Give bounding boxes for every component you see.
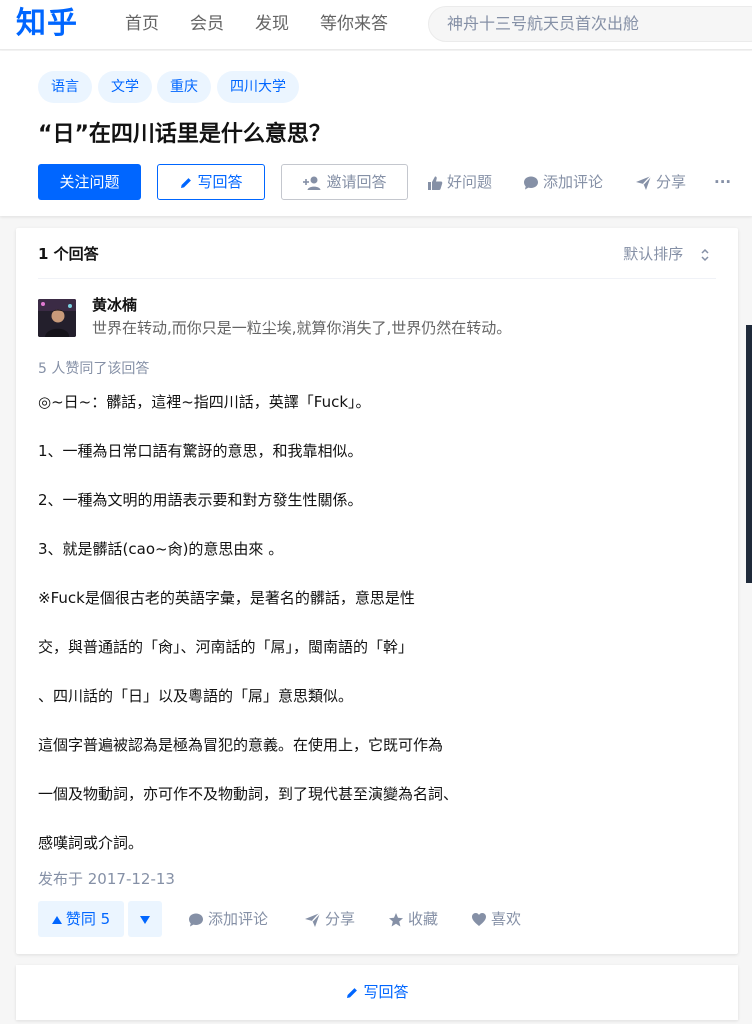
comment-icon: [524, 176, 538, 189]
triangle-up-icon: [51, 915, 62, 924]
pencil-icon: [181, 177, 192, 188]
answer-card: 1 个回答 默认排序 黄冰楠 世界在转动,而你只是一粒尘埃,就算你消失了,世界仍…: [16, 228, 738, 954]
heart-icon: [472, 913, 486, 926]
answer-paragraph: ※Fuck是個很古老的英語字彙，是著名的髒話，意思是性: [38, 589, 415, 607]
more-options-button[interactable]: ···: [714, 164, 731, 200]
nav-explore[interactable]: 发现: [255, 13, 289, 35]
bottom-write-card: 写回答: [16, 965, 738, 1020]
author-bio: 世界在转动,而你只是一粒尘埃,就算你消失了,世界仍然在转动。: [92, 319, 512, 337]
answer-list-header: 1 个回答 默认排序: [16, 228, 738, 278]
answer-paragraph: 交，與普通話的「肏」、河南話的「屌」，閩南語的「幹」: [38, 638, 414, 656]
question-header: 语言 文学 重庆 四川大学 “日”在四川话里是什么意思？ 关注问题 写回答 邀请…: [0, 51, 752, 216]
answer-comment-button[interactable]: 添加评论: [188, 901, 268, 937]
answer-comment-label: 添加评论: [208, 910, 269, 928]
sort-dropdown[interactable]: 默认排序: [623, 243, 710, 265]
answer-paragraph: 2、一種為文明的用語表示要和對方發生性關係。: [38, 491, 363, 509]
upvote-label: 赞同 5: [65, 910, 111, 928]
question-comment-button[interactable]: 添加评论: [523, 164, 603, 200]
topic-tag[interactable]: 语言: [38, 71, 92, 103]
avatar[interactable]: [38, 299, 76, 337]
good-question-label: 好问题: [447, 173, 493, 191]
answer-paragraph: 這個字普遍被認為是極為冒犯的意義。在使用上，它既可作為: [38, 736, 444, 754]
search-input[interactable]: 神舟十三号航天员首次出舱: [428, 6, 752, 42]
invite-answer-label: 邀请回答: [326, 173, 387, 191]
question-comment-label: 添加评论: [543, 173, 604, 191]
downvote-button[interactable]: [128, 901, 162, 937]
invite-answer-button[interactable]: 邀请回答: [281, 164, 408, 200]
question-title: “日”在四川话里是什么意思？: [38, 122, 331, 147]
collect-button[interactable]: 收藏: [388, 901, 438, 937]
good-question-button[interactable]: 好问题: [427, 164, 492, 200]
nav-vip[interactable]: 会员: [190, 13, 224, 35]
topic-tag[interactable]: 重庆: [157, 71, 211, 103]
triangle-down-icon: [140, 915, 150, 924]
pencil-icon: [347, 987, 358, 998]
like-button[interactable]: 喜欢: [471, 901, 521, 937]
answer-share-button[interactable]: 分享: [304, 901, 355, 937]
sidebar-edge: [746, 325, 752, 583]
question-share-label: 分享: [656, 173, 687, 191]
answer-paragraph: ◎~日~：髒話，這裡~指四川話，英譯「Fuck」。: [38, 393, 371, 411]
thumbs-up-icon: [428, 176, 443, 190]
nav-home[interactable]: 首页: [125, 13, 159, 35]
zhihu-logo[interactable]: 知乎: [16, 4, 78, 44]
write-answer-button[interactable]: 写回答: [157, 164, 265, 200]
bottom-write-answer-button[interactable]: 写回答: [16, 965, 738, 1020]
follow-question-button[interactable]: 关注问题: [38, 164, 141, 200]
write-answer-label: 写回答: [197, 173, 243, 191]
upvote-button[interactable]: 赞同 5: [38, 901, 124, 937]
sort-label: 默认排序: [623, 245, 684, 263]
collect-label: 收藏: [408, 910, 439, 928]
topic-tag[interactable]: 四川大学: [217, 71, 299, 103]
star-icon: [389, 912, 403, 926]
header-divider: [38, 278, 716, 279]
topic-tag[interactable]: 文学: [98, 71, 152, 103]
answer-count: 1 个回答: [38, 245, 99, 263]
answer-paragraph: 1、一種為日常口語有驚訝的意思，和我靠相似。: [38, 442, 363, 460]
top-nav-bar: 知乎 首页 会员 发现 等你来答 神舟十三号航天员首次出舱: [0, 0, 752, 50]
answer-share-label: 分享: [325, 910, 356, 928]
like-label: 喜欢: [491, 910, 522, 928]
answer-paragraph: 3、就是髒話(cao~肏)的意思由來 。: [38, 540, 284, 558]
nav-waiting[interactable]: 等你来答: [320, 13, 388, 35]
avatar-photo-icon: [38, 299, 76, 337]
voters-count[interactable]: 5 人赞同了该回答: [38, 359, 149, 379]
publish-time[interactable]: 发布于 2017-12-13: [38, 868, 175, 890]
question-share-button[interactable]: 分享: [635, 164, 686, 200]
answer-paragraph: 感嘆詞或介詞。: [38, 834, 144, 852]
share-icon: [636, 175, 652, 190]
add-user-icon: [303, 176, 321, 190]
author-name[interactable]: 黄冰楠: [92, 295, 137, 315]
answer-paragraph: 一個及物動詞，亦可作不及物動詞，到了現代甚至演變為名詞、: [38, 785, 459, 803]
share-icon: [305, 912, 321, 927]
comment-icon: [189, 913, 203, 926]
answer-paragraph: 、四川話的「日」以及粵語的「屌」意思類似。: [38, 687, 354, 705]
sort-chevron-icon: [701, 248, 709, 261]
bottom-write-label: 写回答: [363, 983, 409, 1001]
